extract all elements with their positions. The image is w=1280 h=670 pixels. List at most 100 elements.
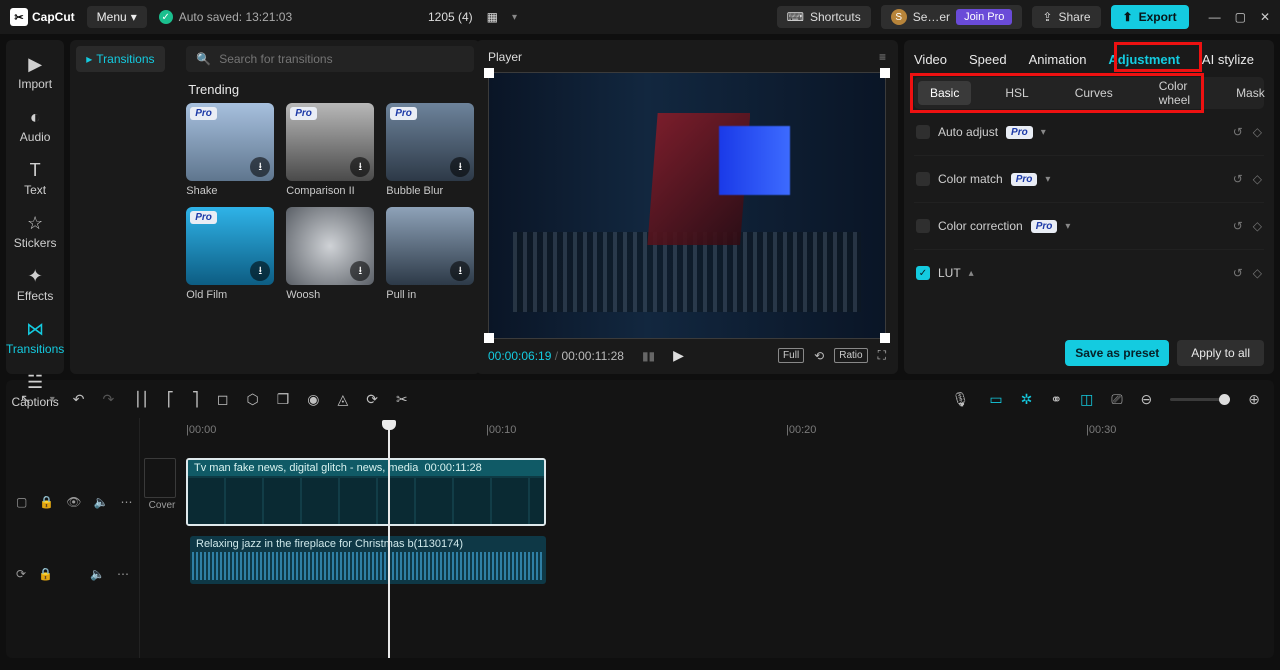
row-color-correction[interactable]: Color correction Pro ▾ ↺◇ (914, 203, 1264, 250)
chevron-down-icon[interactable]: ▾ (1065, 221, 1070, 232)
play-button[interactable]: ▶ (673, 347, 684, 364)
player-viewport[interactable] (488, 72, 886, 339)
tab-ai-stylize[interactable]: AI stylize (1202, 52, 1254, 67)
mute-icon[interactable]: 🔈 (90, 567, 105, 581)
quality-icon[interactable]: ▮▮ (642, 349, 655, 363)
tab-import[interactable]: ▶Import (6, 48, 64, 101)
speed-icon[interactable]: ◉ (307, 391, 319, 408)
keyframe-icon[interactable]: ◇ (1253, 125, 1262, 139)
preview-icon[interactable]: ⎚ (1111, 391, 1122, 408)
reset-icon[interactable]: ↺ (1233, 266, 1243, 280)
snap-icon[interactable]: ✲ (1021, 391, 1033, 408)
reset-icon[interactable]: ↺ (1233, 219, 1243, 233)
download-icon[interactable]: ⭳ (250, 261, 270, 281)
fullscreen-icon[interactable]: ⛶ (878, 348, 886, 363)
join-pro-button[interactable]: Join Pro (956, 9, 1012, 25)
mic-icon[interactable]: 🎙 (952, 391, 970, 408)
transition-card[interactable]: ⭳ Pull in (386, 207, 474, 301)
lock-icon[interactable]: 🔒 (38, 567, 53, 581)
row-color-match[interactable]: Color match Pro ▾ ↺◇ (914, 156, 1264, 203)
chevron-down-icon[interactable]: ▾ (1045, 174, 1050, 185)
minimize-icon[interactable]: — (1209, 10, 1221, 24)
apply-all-button[interactable]: Apply to all (1177, 340, 1264, 366)
duplicate-icon[interactable]: ❐ (277, 391, 290, 408)
close-icon[interactable]: ✕ (1260, 10, 1270, 24)
transition-card[interactable]: Pro⭳ Shake (186, 103, 274, 197)
download-icon[interactable]: ⭳ (450, 261, 470, 281)
crop2-icon[interactable]: ✂ (396, 391, 408, 408)
subtab-color-wheel[interactable]: Color wheel (1147, 74, 1202, 112)
align-icon[interactable]: ◫ (1080, 391, 1093, 408)
trim-left-icon[interactable]: ⎡ (167, 391, 174, 408)
chevron-down-icon[interactable]: ▾ (512, 12, 517, 23)
tab-adjustment[interactable]: Adjustment (1108, 52, 1180, 67)
subtab-basic[interactable]: Basic (918, 81, 971, 105)
trim-right-icon[interactable]: ⎤ (192, 391, 199, 408)
keyframe-icon[interactable]: ◇ (1253, 266, 1262, 280)
download-icon[interactable]: ⭳ (350, 261, 370, 281)
tab-speed[interactable]: Speed (969, 52, 1007, 67)
tab-animation[interactable]: Animation (1029, 52, 1087, 67)
magnet-icon[interactable]: ▭ (989, 391, 1002, 408)
download-icon[interactable]: ⭳ (250, 157, 270, 177)
save-preset-button[interactable]: Save as preset (1065, 340, 1169, 366)
checkbox[interactable] (916, 125, 930, 139)
keyframe-icon[interactable]: ◇ (1253, 219, 1262, 233)
keyframe-icon[interactable]: ◇ (1253, 172, 1262, 186)
subtab-mask[interactable]: Mask (1224, 81, 1277, 105)
full-button[interactable]: Full (778, 348, 804, 363)
search-input[interactable]: 🔍 (186, 46, 474, 72)
audio-clip[interactable]: Relaxing jazz in the fireplace for Chris… (190, 536, 546, 584)
redo-icon[interactable]: ↷ (103, 391, 115, 408)
link-icon[interactable]: ⚭ (1050, 391, 1062, 408)
transition-card[interactable]: Pro⭳ Comparison II (286, 103, 374, 197)
chevron-up-icon[interactable]: ▴ (969, 268, 974, 279)
download-icon[interactable]: ⭳ (350, 157, 370, 177)
tab-stickers[interactable]: ☆Stickers (6, 207, 64, 260)
checkbox[interactable]: ✓ (916, 266, 930, 280)
tab-video[interactable]: Video (914, 52, 947, 67)
timeline-tracks[interactable]: |00:00 |00:10 |00:20 |00:30 Cover Tv man… (140, 418, 1274, 658)
cover-button[interactable]: Cover (144, 458, 180, 511)
zoom-slider[interactable] (1170, 398, 1230, 401)
ratio-button[interactable]: Ratio (834, 348, 867, 363)
crop-icon[interactable]: ◻ (217, 391, 229, 408)
audio-track-icon[interactable]: ⟳ (16, 567, 26, 581)
shortcuts-button[interactable]: ⌨ Shortcuts (777, 6, 871, 28)
lock-icon[interactable]: 🔒 (39, 495, 54, 509)
rotate-icon[interactable]: ⟳ (366, 391, 378, 408)
scan-icon[interactable]: ⟲ (814, 349, 824, 363)
download-icon[interactable]: ⭳ (450, 157, 470, 177)
player-menu-icon[interactable]: ≡ (879, 50, 886, 64)
subtab-curves[interactable]: Curves (1063, 81, 1125, 105)
zoom-in-icon[interactable]: ⊕ (1248, 391, 1260, 408)
video-track-icon[interactable]: ▢ (16, 495, 27, 509)
reset-icon[interactable]: ↺ (1233, 172, 1243, 186)
tab-effects[interactable]: ✦Effects (6, 260, 64, 313)
eye-icon[interactable]: 👁 (66, 495, 81, 509)
zoom-out-icon[interactable]: ⊖ (1141, 391, 1153, 408)
row-auto-adjust[interactable]: Auto adjust Pro ▾ ↺◇ (914, 109, 1264, 156)
tab-audio[interactable]: ◐Audio (6, 101, 64, 154)
menu-button[interactable]: Menu ▾ (87, 6, 147, 28)
pointer-icon[interactable]: ↖ (20, 391, 32, 408)
split-icon[interactable]: ⎮⎮ (134, 391, 149, 408)
project-title[interactable]: 1205 (4) (428, 10, 473, 24)
more-icon[interactable]: ⋯ (120, 495, 132, 509)
mute-icon[interactable]: 🔈 (94, 495, 109, 509)
export-button[interactable]: ⬆ Export (1111, 5, 1189, 29)
maximize-icon[interactable]: ▢ (1235, 10, 1246, 24)
playhead[interactable] (388, 420, 390, 658)
checkbox[interactable] (916, 219, 930, 233)
share-button[interactable]: ⇪ Share (1032, 6, 1100, 28)
reset-icon[interactable]: ↺ (1233, 125, 1243, 139)
tab-text[interactable]: TText (6, 154, 64, 207)
time-ruler[interactable]: |00:00 |00:10 |00:20 |00:30 (140, 418, 1274, 444)
subtab-hsl[interactable]: HSL (993, 81, 1040, 105)
search-field[interactable] (219, 52, 464, 66)
sidebar-item-transitions[interactable]: ▸ Transitions (76, 46, 164, 72)
checkbox[interactable] (916, 172, 930, 186)
transition-card[interactable]: ⭳ Woosh (286, 207, 374, 301)
transition-card[interactable]: Pro⭳ Old Film (186, 207, 274, 301)
more-icon[interactable]: ⋯ (117, 567, 129, 581)
